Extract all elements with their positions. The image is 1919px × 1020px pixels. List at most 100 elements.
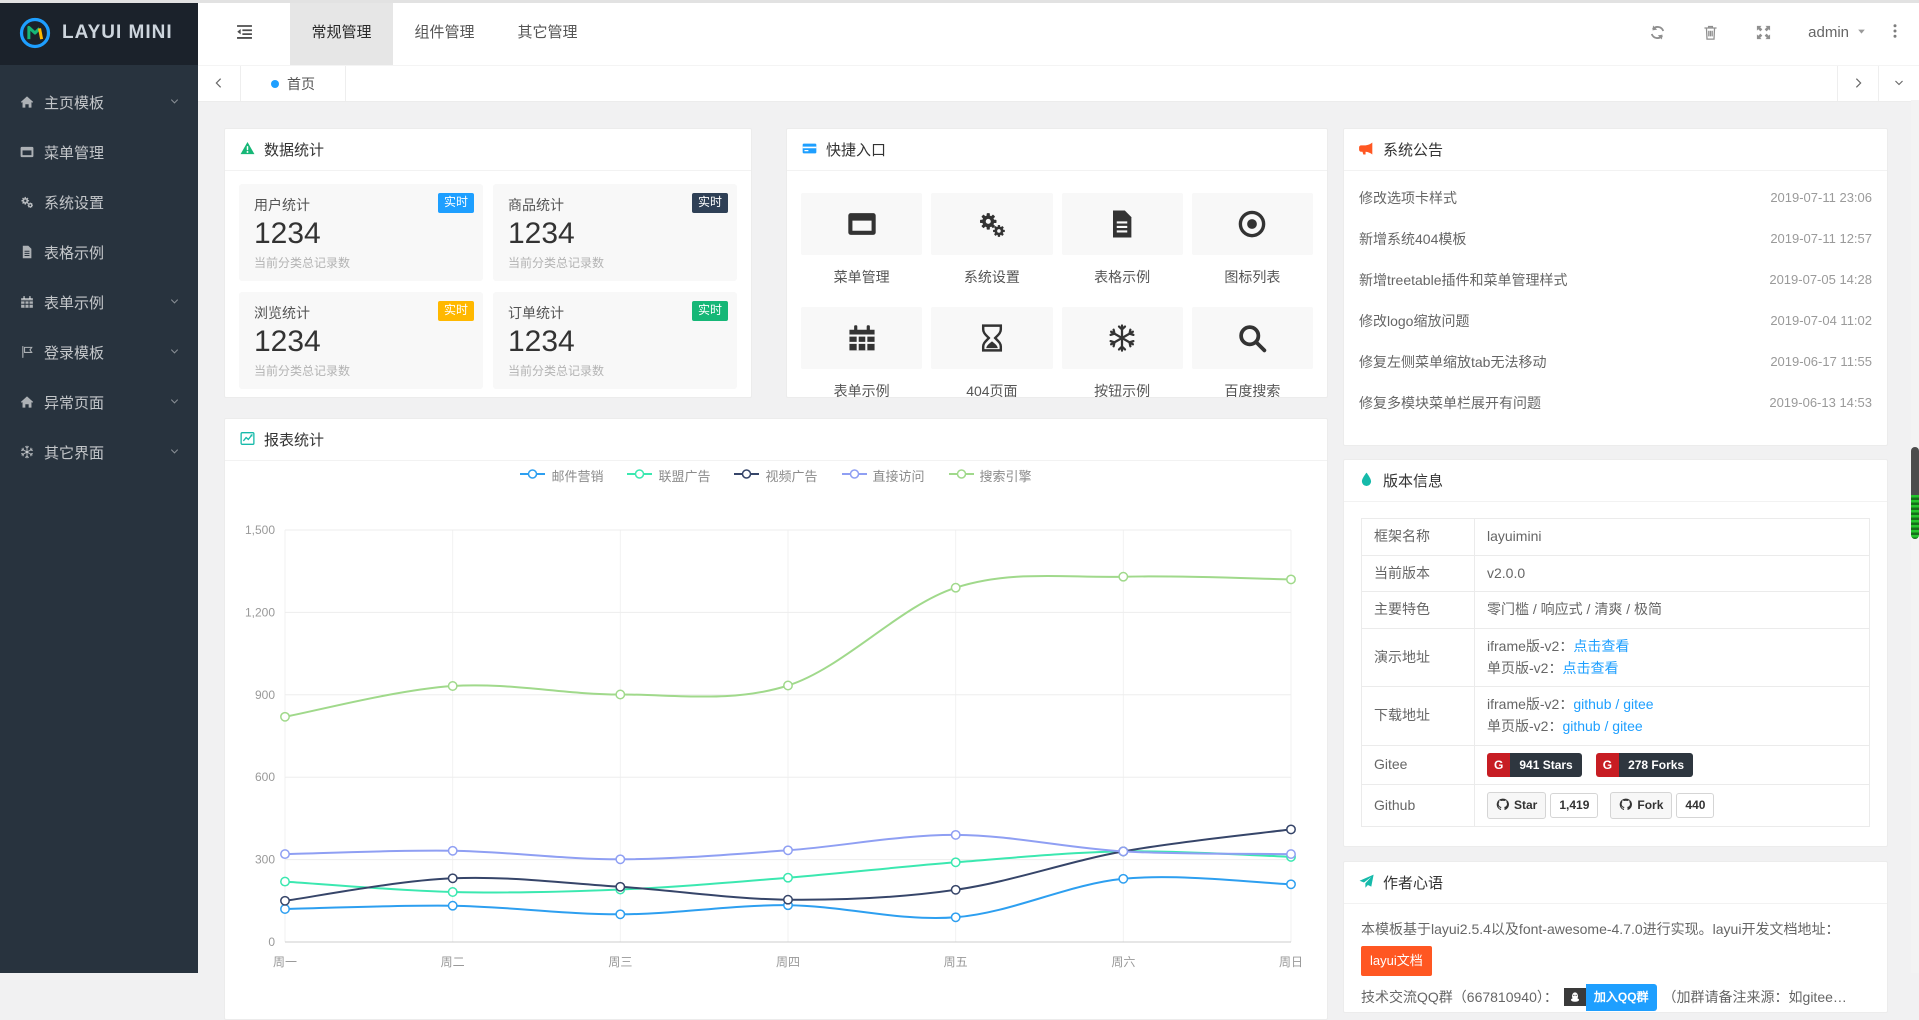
calendar-icon [20, 294, 44, 310]
version-link[interactable]: github [1562, 718, 1600, 734]
legend-item-1[interactable]: 邮件营销 [520, 466, 603, 485]
version-link[interactable]: 点击查看 [1562, 660, 1618, 676]
notice-text: 修改logo缩放问题 [1359, 311, 1469, 331]
notice-item-6[interactable]: 修复多模块菜单栏展开有问题2019-06-13 14:53 [1359, 382, 1872, 423]
link-separator: / [1612, 696, 1624, 712]
legend-item-2[interactable]: 联盟广告 [627, 466, 710, 485]
notice-time: 2019-06-13 14:53 [1769, 395, 1872, 410]
legend-item-3[interactable]: 视频广告 [734, 466, 817, 485]
refresh-button[interactable] [1649, 24, 1666, 42]
quick-entry-8[interactable]: 百度搜索 [1192, 307, 1313, 398]
sidebar-item-3[interactable]: 系统设置 [0, 177, 198, 227]
quick-entry-3[interactable]: 表格示例 [1062, 193, 1183, 307]
quick-entry-1[interactable]: 菜单管理 [801, 193, 922, 307]
version-link[interactable]: gitee [1612, 718, 1642, 734]
github-star-button[interactable]: Star [1487, 792, 1546, 818]
chevron-down-icon [169, 346, 180, 359]
clear-cache-button[interactable] [1702, 24, 1719, 42]
panel-author-words: 作者心语 本模板基于layui2.5.4以及font-awesome-4.7.0… [1343, 861, 1888, 1013]
quick-entry-5[interactable]: 表单示例 [801, 307, 922, 398]
quick-entry-6[interactable]: 404页面 [931, 307, 1052, 398]
report-chart-svg: 03006009001,2001,500周一周二周三周四周五周六周日 [225, 460, 1327, 1019]
tab-scroll-left-button[interactable] [198, 66, 241, 101]
quick-entry-4[interactable]: 图标列表 [1192, 193, 1313, 307]
quick-entry-2[interactable]: 系统设置 [931, 193, 1052, 307]
notice-item-1[interactable]: 修改选项卡样式2019-07-11 23:06 [1359, 177, 1872, 218]
version-link[interactable]: gitee [1623, 696, 1653, 712]
version-row-7: GithubStar1,419Fork440 [1362, 785, 1870, 826]
notice-item-3[interactable]: 新增treetable插件和菜单管理样式2019-07-05 14:28 [1359, 259, 1872, 300]
github-count[interactable]: 440 [1676, 793, 1714, 818]
chevron-down-icon [169, 396, 180, 409]
legend-item-5[interactable]: 搜索引擎 [949, 466, 1032, 485]
more-menu-button[interactable] [1887, 23, 1903, 42]
fullscreen-button[interactable] [1755, 24, 1772, 42]
tab-operations-button[interactable] [1878, 66, 1919, 101]
header-nav-tab-1[interactable]: 常规管理 [290, 0, 393, 65]
sidebar-item-label: 系统设置 [44, 192, 104, 213]
logo[interactable]: LAYUI MINI [0, 0, 198, 65]
version-row-label: Gitee [1362, 745, 1475, 785]
version-link[interactable]: github [1573, 696, 1611, 712]
octocat-icon [1619, 795, 1632, 815]
sidebar-item-5[interactable]: 表单示例 [0, 277, 198, 327]
header-nav-tab-3[interactable]: 其它管理 [496, 0, 599, 65]
gitee-badge[interactable]: G941 Stars [1487, 753, 1582, 778]
header-right-controls: admin [1649, 0, 1919, 65]
realtime-badge: 实时 [438, 301, 474, 321]
sidebar-item-2[interactable]: 菜单管理 [0, 127, 198, 177]
version-row-label: 下载地址 [1362, 687, 1475, 745]
svg-text:周五: 周五 [944, 955, 968, 969]
gears-icon [20, 194, 44, 210]
refresh-icon [1649, 23, 1666, 42]
user-dropdown[interactable]: admin [1808, 24, 1867, 41]
legend-item-4[interactable]: 直接访问 [842, 466, 925, 485]
version-row-value: layuimini [1475, 519, 1870, 556]
sidebar-item-7[interactable]: 异常页面 [0, 377, 198, 427]
notice-item-2[interactable]: 新增系统404模板2019-07-11 12:57 [1359, 218, 1872, 259]
notice-item-5[interactable]: 修复左侧菜单缩放tab无法移动2019-06-17 11:55 [1359, 341, 1872, 382]
quick-entry-label: 图标列表 [1192, 267, 1313, 287]
quick-entry-7[interactable]: 按钮示例 [1062, 307, 1183, 398]
version-row-value: 零门槛 / 响应式 / 清爽 / 极简 [1475, 592, 1870, 629]
svg-text:周日: 周日 [1279, 955, 1303, 969]
stat-card-2: 商品统计1234当前分类总记录数实时 [493, 184, 737, 281]
realtime-badge: 实时 [438, 193, 474, 213]
realtime-badge: 实时 [692, 301, 728, 321]
quick-entry-label: 按钮示例 [1062, 381, 1183, 398]
join-qq-group-button[interactable]: 加入QQ群 [1564, 984, 1657, 1012]
legend-marker [949, 468, 974, 483]
sidebar-item-label: 主页模板 [44, 92, 104, 113]
stat-card-label: 商品统计 [508, 195, 722, 215]
sidebar-item-1[interactable]: 主页模板 [0, 77, 198, 127]
legend-label: 直接访问 [873, 466, 925, 485]
sidebar-item-4[interactable]: 表格示例 [0, 227, 198, 277]
sidebar-item-8[interactable]: 其它界面 [0, 427, 198, 477]
github-count[interactable]: 1,419 [1550, 793, 1598, 818]
notice-item-4[interactable]: 修改logo缩放问题2019-07-04 11:02 [1359, 300, 1872, 341]
stat-card-label: 用户统计 [254, 195, 468, 215]
report-chart: 邮件营销联盟广告视频广告直接访问搜索引擎 03006009001,2001,50… [225, 460, 1327, 1019]
tab-scroll-right-button[interactable] [1837, 66, 1878, 101]
snowflake-icon [1062, 307, 1183, 369]
svg-text:900: 900 [255, 688, 275, 702]
gitee-icon: G [1596, 753, 1619, 778]
panel-data-statistics: 数据统计 用户统计1234当前分类总记录数实时商品统计1234当前分类总记录数实… [224, 128, 752, 398]
layui-doc-link[interactable]: layui文档 [1361, 946, 1432, 975]
window-icon [801, 193, 922, 255]
tab-home[interactable]: 首页 [241, 66, 346, 101]
collapse-sidebar-button[interactable] [198, 0, 290, 65]
github-button-group: Fork440 [1610, 792, 1714, 818]
github-fork-button[interactable]: Fork [1610, 792, 1672, 818]
svg-text:0: 0 [268, 935, 275, 949]
legend-label: 视频广告 [765, 466, 817, 485]
quick-entry-label: 404页面 [931, 381, 1052, 398]
version-link[interactable]: 点击查看 [1573, 638, 1629, 654]
legend-marker [520, 468, 545, 483]
gitee-badge[interactable]: G278 Forks [1596, 753, 1693, 778]
scrollbar-thumb[interactable] [1911, 447, 1919, 539]
sidebar-item-6[interactable]: 登录模板 [0, 327, 198, 377]
legend-marker [842, 468, 867, 483]
header-nav-tab-2[interactable]: 组件管理 [393, 0, 496, 65]
stat-card-1: 用户统计1234当前分类总记录数实时 [239, 184, 483, 281]
